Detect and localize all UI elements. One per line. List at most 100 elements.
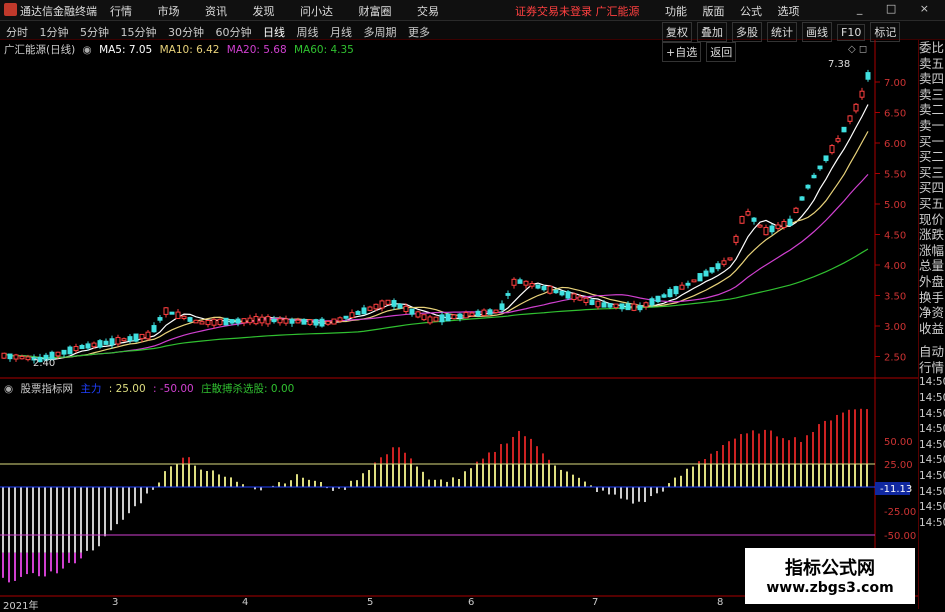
candle-body — [829, 145, 835, 154]
candle-body — [517, 279, 523, 284]
candle-body — [571, 293, 577, 300]
chart-options-icon[interactable]: ◇ ◻ — [848, 44, 867, 55]
candle-body — [265, 316, 271, 325]
candle-body — [187, 317, 193, 322]
candle-body — [409, 308, 415, 315]
candle-body — [73, 346, 79, 352]
candle-body — [607, 303, 613, 308]
candle-body — [541, 285, 547, 291]
candle-body — [391, 300, 397, 307]
price-tick-label: 2.50 — [884, 353, 906, 364]
candle-body — [457, 313, 463, 319]
candle-body — [703, 270, 709, 277]
candle-body — [283, 318, 289, 324]
panel-row-11: 现价 — [919, 211, 945, 227]
price-tick-label: 5.00 — [884, 200, 906, 211]
tick-time: 14:50 — [919, 438, 945, 451]
candle-body — [451, 314, 457, 320]
candle-body — [103, 340, 109, 345]
candle-body — [205, 319, 211, 326]
indicator-level-minus50: : -50.00 — [152, 383, 194, 395]
candle-body — [805, 184, 811, 189]
candle-body — [151, 325, 157, 333]
candle-body — [481, 309, 487, 317]
candle-body — [679, 284, 685, 290]
quote-tab[interactable]: 行情 — [919, 360, 945, 376]
candle-body — [601, 302, 607, 308]
indicator-main-force: 主力 — [80, 383, 102, 395]
ma60-value: MA60: 4.35 — [294, 44, 354, 56]
indicator-bars — [2, 408, 868, 583]
candle-body — [847, 115, 853, 122]
tick-time: 14:50 — [919, 392, 945, 405]
auto-tab[interactable]: 自动 — [919, 344, 945, 360]
candle-body — [559, 290, 565, 296]
indicator-toggle-icon[interactable]: ◉ — [4, 383, 13, 395]
panel-row-17: 净资 — [919, 305, 945, 321]
candle-body — [589, 299, 595, 305]
candle-body — [133, 333, 139, 342]
watermark-box: 指标公式网 www.zbgs3.com — [745, 548, 915, 604]
candle-body — [361, 307, 367, 315]
panel-row-14: 总量 — [919, 258, 945, 274]
price-tick-label: 6.00 — [884, 139, 906, 150]
legend-toggle-icon[interactable]: ◉ — [83, 44, 92, 56]
candle-body — [523, 280, 529, 286]
tick-time: 14:50 — [919, 501, 945, 514]
ma5-value: MA5: 7.05 — [99, 44, 153, 56]
candle-body — [325, 320, 331, 325]
candle-body — [463, 312, 469, 319]
candle-body — [121, 338, 127, 342]
candle-body — [109, 338, 115, 346]
candle-body — [61, 349, 67, 355]
candle-body — [553, 289, 559, 294]
candle-body — [613, 303, 619, 309]
candle-body — [193, 319, 199, 324]
panel-row-1: 卖五 — [919, 55, 945, 71]
x-axis-label: 3 — [112, 597, 119, 608]
candle-body — [775, 224, 781, 229]
candle-body — [505, 293, 511, 296]
candle-body — [835, 138, 841, 142]
watermark-title: 指标公式网 — [785, 558, 875, 579]
ma-line — [3, 131, 869, 359]
panel-row-5: 卖一 — [919, 117, 945, 133]
candle-body — [67, 346, 73, 355]
panel-row-7: 买二 — [919, 149, 945, 165]
panel-row-9: 买四 — [919, 180, 945, 196]
candle-body — [661, 294, 667, 298]
tick-time: 14:50 — [919, 376, 945, 389]
candle-body — [139, 333, 145, 340]
candle-body — [331, 318, 337, 325]
candle-body — [217, 318, 223, 326]
candle-body — [595, 300, 601, 308]
tick-time: 14:50 — [919, 516, 945, 529]
candle-body — [25, 356, 31, 361]
candle-body — [637, 305, 643, 311]
candle-body — [781, 221, 787, 228]
candle-body — [445, 313, 451, 322]
candle-body — [721, 260, 727, 265]
candle-body — [493, 309, 499, 313]
candle-body — [625, 303, 631, 311]
panel-row-8: 买三 — [919, 164, 945, 180]
panel-row-13: 涨幅 — [919, 242, 945, 258]
price-tick-label: 6.50 — [884, 109, 906, 120]
candle-body — [853, 103, 859, 112]
candlesticks — [1, 69, 871, 364]
current-value-text: -11.13 — [880, 484, 912, 495]
panel-row-6: 买一 — [919, 133, 945, 149]
candle-body — [181, 315, 187, 319]
price-tick-label: 4.50 — [884, 231, 906, 242]
chart-canvas[interactable]: 7.00 6.50 6.00 5.50 5.00 4.50 4.00 3.50 3.00 2.50… — [0, 0, 945, 609]
candle-body — [691, 279, 697, 283]
ma10-value: MA10: 6.42 — [159, 44, 220, 56]
candle-body — [79, 344, 85, 350]
candle-body — [529, 283, 535, 287]
candle-body — [811, 174, 817, 179]
price-legend: 广汇能源(日线) ◉ MA5: 7.05 MA10: 6.42 MA20: 5.… — [4, 42, 358, 57]
candle-body — [421, 314, 427, 321]
panel-row-10: 买五 — [919, 195, 945, 211]
candle-body — [211, 318, 217, 326]
candle-body — [403, 305, 409, 313]
